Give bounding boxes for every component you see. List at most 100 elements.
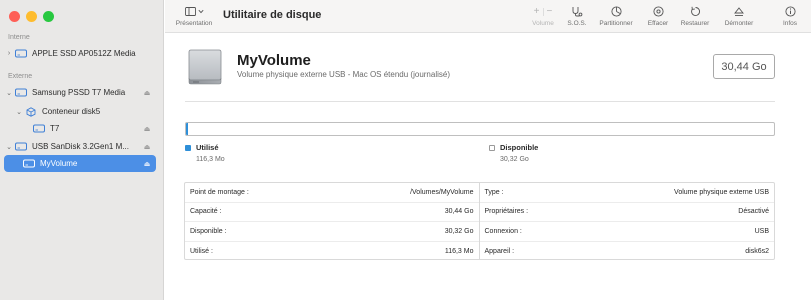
info-row: Utilisé : 116,3 Mo	[185, 242, 479, 262]
info-key: Utilisé :	[190, 247, 213, 255]
volume-button[interactable]: + − Volume	[528, 5, 558, 27]
info-row: Propriétaires : Désactivé	[479, 203, 774, 222]
sidebar-item-label: MyVolume	[40, 159, 78, 168]
main-panel: MyVolume Volume physique externe USB - M…	[165, 34, 811, 300]
info-value: 116,3 Mo	[444, 247, 474, 255]
section-external: Externe	[8, 73, 33, 80]
info-table: Point de montage : /Volumes/MyVolume Capa…	[184, 182, 775, 260]
volume-header: MyVolume Volume physique externe USB - M…	[165, 34, 811, 100]
sidebar-item-label: USB SanDisk 3.2Gen1 M...	[32, 142, 129, 151]
info-key: Type :	[484, 188, 504, 196]
sidebar-toggle-icon	[184, 7, 196, 16]
info-value: USB	[754, 227, 769, 235]
info-row: Appareil : disk6s2	[480, 242, 775, 262]
chevron-down-icon	[197, 9, 204, 14]
volume-icon	[22, 159, 36, 169]
close-window-button[interactable]	[9, 11, 20, 22]
info-key: Appareil :	[484, 247, 515, 255]
erase-icon	[652, 6, 664, 17]
info-key: Disponible :	[190, 227, 227, 235]
erase-label: Effacer	[647, 20, 669, 27]
sidebar-item-label: Conteneur disk5	[42, 107, 101, 116]
volume-icon	[32, 124, 46, 134]
unmount-button[interactable]: Démonter	[722, 5, 756, 27]
add-icon: +	[533, 6, 540, 17]
toolbar: Présentation Utilitaire de disque + − Vo…	[165, 0, 811, 33]
sidebar-item-samsung-t7[interactable]: ⌄ Samsung PSSD T7 Media ⏏	[4, 84, 156, 101]
info-row: Disponible : 30,32 Go	[185, 222, 479, 242]
erase-button[interactable]: Effacer	[643, 5, 673, 27]
external-disk-icon	[185, 48, 225, 86]
chevron-right-icon[interactable]: ›	[4, 50, 14, 57]
volume-label: Volume	[532, 20, 554, 27]
eject-icon[interactable]: ⏏	[142, 125, 152, 133]
sos-label: S.O.S.	[567, 20, 587, 27]
divider	[185, 101, 775, 102]
usage-bar	[185, 122, 775, 136]
zoom-window-button[interactable]	[43, 11, 54, 22]
info-value: /Volumes/MyVolume	[410, 188, 474, 196]
eject-icon[interactable]: ⏏	[142, 143, 152, 151]
sidebar-item-label: APPLE SSD AP0512Z Media	[32, 49, 136, 58]
drive-icon	[14, 49, 28, 59]
info-value: disk6s2	[745, 247, 769, 255]
window-controls	[9, 11, 54, 22]
first-aid-button[interactable]: S.O.S.	[564, 5, 590, 27]
presentation-button[interactable]: Présentation	[172, 5, 216, 27]
sidebar-item-label: Samsung PSSD T7 Media	[32, 88, 126, 97]
info-value: Volume physique externe USB	[674, 188, 769, 196]
window-title: Utilitaire de disque	[223, 9, 322, 21]
info-label: Infos	[782, 20, 798, 27]
used-value: 116,3 Mo	[196, 156, 225, 163]
info-value: 30,44 Go	[444, 208, 474, 216]
volume-description: Volume physique externe USB - Mac OS éte…	[237, 70, 450, 79]
divider	[542, 7, 544, 16]
info-key: Point de montage :	[190, 188, 249, 196]
restore-label: Restaurer	[680, 20, 710, 27]
info-key: Propriétaires :	[484, 208, 529, 216]
eject-icon[interactable]: ⏏	[142, 89, 152, 97]
eject-icon[interactable]: ⏏	[142, 160, 152, 168]
info-key: Connexion :	[484, 227, 522, 235]
remove-icon: −	[546, 6, 553, 17]
info-key: Capacité :	[190, 208, 222, 216]
drive-icon	[14, 142, 28, 152]
info-row: Type : Volume physique externe USB	[479, 183, 774, 203]
chevron-down-icon[interactable]: ⌄	[4, 143, 14, 151]
drive-icon	[14, 88, 28, 98]
sidebar-item-label: T7	[50, 124, 60, 133]
used-label: Utilisé	[196, 143, 219, 152]
sidebar-item-t7[interactable]: T7 ⏏	[4, 120, 156, 137]
container-icon	[24, 106, 38, 117]
restore-button[interactable]: Restaurer	[678, 5, 712, 27]
sidebar-item-container-disk5[interactable]: ⌄ Conteneur disk5	[4, 103, 156, 120]
used-swatch	[185, 144, 191, 151]
info-row: Connexion : USB	[479, 222, 774, 242]
chevron-down-icon[interactable]: ⌄	[14, 108, 24, 116]
info-column-right: Type : Volume physique externe USB Propri…	[479, 183, 775, 262]
usage-bar-used	[186, 123, 189, 135]
info-button[interactable]: Infos	[777, 5, 803, 27]
legend-used: Utilisé 116,3 Mo	[185, 143, 225, 163]
legend-free: Disponible 30,32 Go	[489, 143, 538, 163]
presentation-label: Présentation	[175, 20, 213, 27]
partition-label: Partitionner	[599, 20, 633, 27]
capacity-badge: 30,44 Go	[713, 54, 775, 79]
free-label: Disponible	[500, 143, 539, 152]
free-swatch	[489, 144, 495, 151]
sidebar-item-apple-ssd[interactable]: › APPLE SSD AP0512Z Media	[4, 45, 156, 62]
info-row: Point de montage : /Volumes/MyVolume	[185, 183, 479, 203]
info-column-left: Point de montage : /Volumes/MyVolume Capa…	[185, 183, 480, 259]
sidebar: Interne › APPLE SSD AP0512Z Media Extern…	[0, 0, 164, 300]
section-internal: Interne	[8, 34, 30, 41]
info-row: Capacité : 30,44 Go	[185, 203, 479, 222]
sidebar-item-sandisk[interactable]: ⌄ USB SanDisk 3.2Gen1 M... ⏏	[4, 138, 156, 155]
sidebar-item-myvolume[interactable]: MyVolume ⏏	[4, 155, 156, 172]
info-icon	[784, 6, 796, 17]
info-value: Désactivé	[738, 208, 769, 216]
chevron-down-icon[interactable]: ⌄	[4, 89, 14, 97]
stethoscope-icon	[572, 7, 583, 17]
minimize-window-button[interactable]	[26, 11, 37, 22]
partition-button[interactable]: Partitionner	[596, 5, 636, 27]
unmount-label: Démonter	[724, 20, 754, 27]
